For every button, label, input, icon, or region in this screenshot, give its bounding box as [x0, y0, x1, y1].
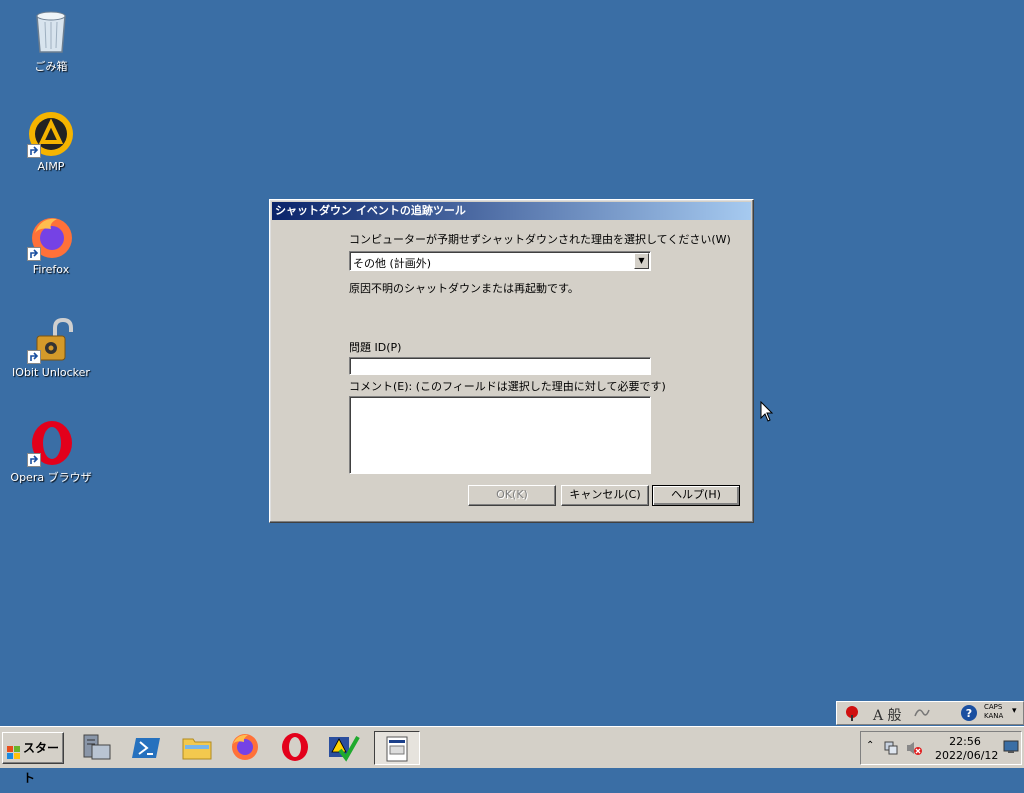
aimp-icon — [27, 110, 75, 158]
system-tray: ⌃ 22:56 2022/06/12 — [860, 731, 1022, 765]
desktop-icon-label: IObit Unlocker — [12, 366, 90, 379]
recycle-bin-icon — [27, 8, 75, 56]
problem-id-label: 問題 ID(P) — [349, 341, 402, 354]
desktop-icon-opera[interactable]: Opera ブラウザ — [8, 419, 94, 485]
dialog-title[interactable]: シャットダウン イベントの追跡ツール — [272, 202, 751, 220]
comment-label: コメント(E): (このフィールドは選択した理由に対して必要です) — [349, 380, 666, 393]
mouse-cursor-icon — [760, 400, 774, 426]
opera-taskbar-icon[interactable] — [278, 731, 314, 765]
desktop-icon-label: Opera ブラウザ — [10, 471, 92, 484]
shortcut-arrow-icon — [27, 453, 41, 467]
desktop-icon-recycle-bin[interactable]: ごみ箱 — [8, 8, 94, 74]
firefox-taskbar-icon[interactable] — [228, 731, 264, 765]
show-hidden-icons-icon[interactable]: ⌃ — [866, 740, 874, 751]
taskbar: スタート ⌃ 22:56 2022/06/12 — [0, 726, 1024, 785]
clock[interactable]: 22:56 2022/06/12 — [935, 735, 999, 763]
help-icon[interactable]: ? — [960, 704, 978, 725]
handwriting-icon[interactable] — [913, 704, 931, 723]
ok-button[interactable]: OK(K) — [468, 485, 556, 506]
clock-time: 22:56 — [949, 735, 981, 748]
explorer-icon[interactable] — [180, 731, 216, 765]
input-mode[interactable]: A 般 — [873, 705, 902, 725]
svg-text:?: ? — [966, 707, 972, 720]
shutdown-tracker-dialog: シャットダウン イベントの追跡ツール コンピューターが予期せずシャットダウンされ… — [269, 199, 754, 523]
problem-id-input[interactable] — [349, 357, 651, 375]
ime-icon[interactable] — [843, 704, 861, 725]
start-label: スタート — [23, 741, 60, 785]
shortcut-arrow-icon — [27, 247, 41, 261]
dropdown-arrow-icon[interactable]: ▼ — [634, 253, 649, 269]
show-desktop-icon[interactable] — [1003, 740, 1019, 757]
help-button[interactable]: ヘルプ(H) — [652, 485, 740, 506]
clock-date: 2022/06/12 — [935, 749, 999, 762]
shutdown-tracker-task-icon[interactable] — [374, 731, 420, 765]
unlocker-icon — [27, 316, 75, 364]
cancel-button[interactable]: キャンセル(C) — [561, 485, 649, 506]
security-check-icon[interactable] — [326, 731, 362, 765]
shortcut-arrow-icon — [27, 144, 41, 158]
opera-icon — [27, 419, 75, 467]
desktop-icon-label: Firefox — [32, 263, 70, 276]
reason-description: 原因不明のシャットダウンまたは再起動です。 — [349, 282, 579, 295]
shortcut-arrow-icon — [27, 350, 41, 364]
windows-flag-icon — [7, 741, 21, 759]
powershell-icon[interactable] — [130, 731, 166, 765]
volume-muted-icon[interactable] — [905, 740, 923, 759]
reason-select-value: その他 (計画外) — [353, 257, 432, 270]
langbar-options-icon[interactable]: ▾ — [1012, 706, 1017, 716]
language-bar: A 般 ? CAPS KANA ▾ — [836, 701, 1024, 725]
reason-select[interactable]: その他 (計画外) ▼ — [349, 251, 651, 271]
desktop-icon-label: ごみ箱 — [34, 60, 68, 73]
comment-textarea[interactable] — [349, 396, 651, 474]
start-button[interactable]: スタート — [2, 732, 64, 785]
desktop-icon-label: AIMP — [37, 160, 65, 173]
caps-label: CAPS — [984, 703, 1003, 711]
caps-indicator: CAPS KANA — [984, 703, 1003, 721]
desktop-icon-iobit-unlocker[interactable]: IObit Unlocker — [8, 316, 94, 379]
network-icon[interactable] — [883, 740, 899, 759]
reason-label: コンピューターが予期せずシャットダウンされた理由を選択してください(W) — [349, 233, 731, 246]
firefox-icon — [27, 213, 75, 261]
desktop-icon-aimp[interactable]: AIMP — [8, 110, 94, 173]
server-manager-icon[interactable] — [80, 731, 116, 765]
desktop-icon-firefox[interactable]: Firefox — [8, 213, 94, 276]
kana-label: KANA — [984, 712, 1004, 720]
